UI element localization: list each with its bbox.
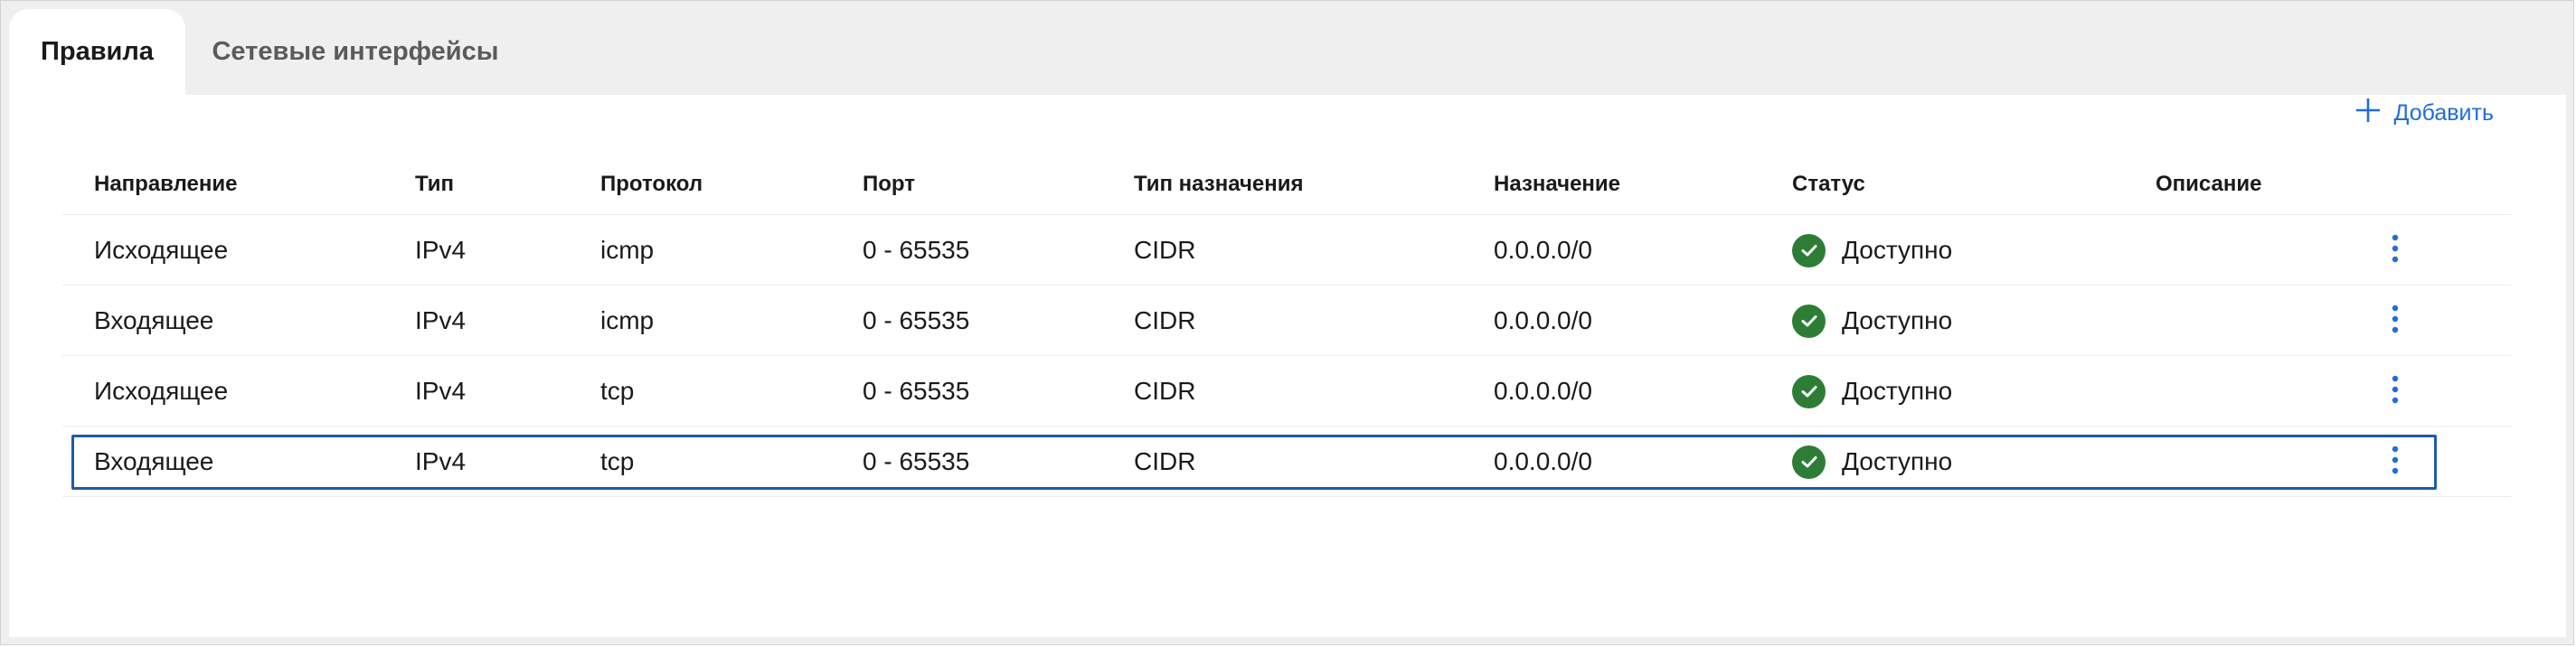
cell-port: 0 - 65535 — [863, 447, 970, 475]
cell-protocol: icmp — [600, 236, 655, 264]
more-vertical-icon — [2391, 305, 2400, 338]
tab-rules[interactable]: Правила — [9, 9, 185, 95]
table-row-selected[interactable]: Входящее IPv4 tcp 0 - 65535 CIDR 0.0.0.0… — [62, 427, 2511, 497]
column-header-port[interactable]: Порт — [863, 155, 915, 214]
cell-destination: 0.0.0.0/0 — [1494, 306, 1592, 334]
window-frame: Правила Сетевые интерфейсы Добавить Напр… — [0, 0, 2574, 645]
plus-icon — [2354, 97, 2382, 130]
tab-bar: Правила Сетевые интерфейсы — [1, 1, 2573, 95]
rules-table: Направление Тип Протокол Порт Тип назнач… — [62, 155, 2511, 497]
more-vertical-icon — [2391, 234, 2400, 267]
column-header-type[interactable]: Тип — [415, 155, 454, 214]
cell-protocol: tcp — [600, 377, 635, 405]
check-circle-icon — [1792, 445, 1826, 479]
row-menu-button[interactable] — [2377, 356, 2413, 427]
cell-status: Доступно — [1792, 427, 1952, 497]
table-header: Направление Тип Протокол Порт Тип назнач… — [62, 155, 2511, 215]
column-header-dest-type[interactable]: Тип назначения — [1134, 155, 1304, 214]
status-label: Доступно — [1842, 377, 1953, 405]
cell-direction: Входящее — [94, 306, 214, 334]
table-row[interactable]: Входящее IPv4 icmp 0 - 65535 CIDR 0.0.0.… — [62, 286, 2511, 356]
row-menu-button[interactable] — [2377, 286, 2413, 356]
cell-destination: 0.0.0.0/0 — [1494, 236, 1592, 264]
check-circle-icon — [1792, 304, 1826, 338]
status-label: Доступно — [1842, 306, 1953, 334]
cell-dest-type: CIDR — [1134, 236, 1196, 264]
row-menu-button[interactable] — [2377, 215, 2413, 286]
cell-status: Доступно — [1792, 286, 1952, 356]
cell-type: IPv4 — [415, 447, 467, 475]
column-header-destination[interactable]: Назначение — [1494, 155, 1620, 214]
cell-destination: 0.0.0.0/0 — [1494, 377, 1592, 405]
column-header-status[interactable]: Статус — [1792, 155, 1865, 214]
check-circle-icon — [1792, 233, 1826, 267]
cell-type: IPv4 — [415, 236, 467, 264]
cell-direction: Исходящее — [94, 377, 229, 405]
cell-direction: Входящее — [94, 447, 214, 475]
cell-type: IPv4 — [415, 377, 467, 405]
more-vertical-icon — [2391, 445, 2400, 479]
status-label: Доступно — [1842, 236, 1953, 264]
cell-port: 0 - 65535 — [863, 236, 970, 264]
check-circle-icon — [1792, 374, 1826, 408]
column-header-protocol[interactable]: Протокол — [600, 155, 703, 214]
cell-protocol: icmp — [600, 306, 655, 334]
row-menu-button[interactable] — [2377, 427, 2413, 497]
cell-port: 0 - 65535 — [863, 306, 970, 334]
cell-dest-type: CIDR — [1134, 377, 1196, 405]
table-row[interactable]: Исходящее IPv4 icmp 0 - 65535 CIDR 0.0.0… — [62, 215, 2511, 286]
cell-protocol: tcp — [600, 447, 635, 475]
column-header-direction[interactable]: Направление — [94, 155, 238, 214]
cell-status: Доступно — [1792, 356, 1952, 427]
more-vertical-icon — [2391, 375, 2400, 408]
cell-direction: Исходящее — [94, 236, 229, 264]
column-header-description[interactable]: Описание — [2156, 155, 2262, 214]
cell-dest-type: CIDR — [1134, 447, 1196, 475]
cell-status: Доступно — [1792, 215, 1952, 286]
cell-type: IPv4 — [415, 306, 467, 334]
cell-dest-type: CIDR — [1134, 306, 1196, 334]
cell-port: 0 - 65535 — [863, 377, 970, 405]
cell-destination: 0.0.0.0/0 — [1494, 447, 1592, 475]
status-label: Доступно — [1842, 447, 1953, 475]
add-rule-button[interactable]: Добавить — [2354, 97, 2495, 130]
table-row[interactable]: Исходящее IPv4 tcp 0 - 65535 CIDR 0.0.0.… — [62, 356, 2511, 427]
add-rule-label: Добавить — [2393, 100, 2495, 126]
tab-network-interfaces[interactable]: Сетевые интерфейсы — [202, 9, 509, 95]
